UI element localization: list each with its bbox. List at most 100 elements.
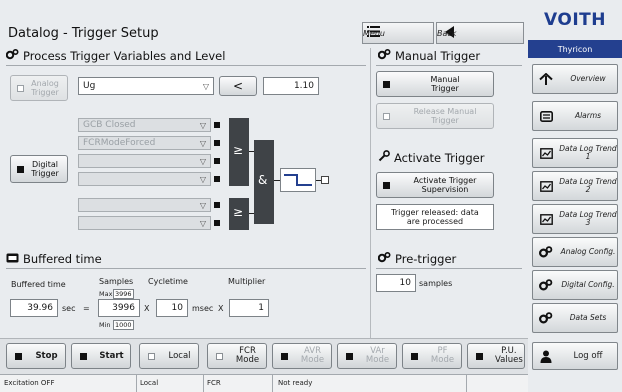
sidebar-item-analog-config[interactable]: Analog Config. (532, 237, 618, 267)
pu-values-button[interactable]: P.U. Values (467, 343, 525, 369)
avr-mode-label: AVR Mode (300, 346, 325, 365)
max-samples-value: 3996 (113, 289, 134, 299)
sidebar-item-digital-config[interactable]: Digital Config. (532, 270, 618, 300)
samples-input[interactable]: 3996 (98, 299, 140, 317)
pf-mode-button[interactable]: PF Mode (402, 343, 462, 369)
stop-label: Stop (35, 350, 58, 361)
divider (376, 65, 522, 66)
digital-trigger-button[interactable]: Digital Trigger (10, 155, 68, 183)
status-divider (272, 374, 273, 392)
dropdown-arrow-icon: ▽ (199, 120, 206, 130)
local-button[interactable]: Local (139, 343, 199, 369)
samples-label: Samples (99, 277, 134, 286)
fcr-mode-button[interactable]: FCR Mode (207, 343, 267, 369)
dropdown-arrow-icon: ▽ (199, 156, 206, 166)
edge-detector (280, 168, 316, 192)
menu-button[interactable]: Menu (362, 22, 434, 44)
threshold-input[interactable]: 1.10 (263, 77, 319, 95)
indicator-on (383, 181, 390, 189)
analog-signal-value: Ug (83, 81, 96, 91)
falling-edge-icon (284, 174, 312, 186)
and-input-4[interactable]: ▽ (78, 172, 211, 186)
sidebar-item-data-log-trend-2[interactable]: Data Log Trend 2 (532, 171, 618, 201)
and-input-1[interactable]: GCB Closed ▽ (78, 118, 211, 132)
gears-icon (533, 312, 559, 324)
indicator-on (411, 352, 418, 360)
status-mode: FCR (207, 379, 221, 387)
sidebar-item-data-sets[interactable]: Data Sets (532, 303, 618, 333)
wrench-icon (378, 150, 390, 165)
screen: Datalog - Trigger Setup Menu Back Proces… (0, 0, 622, 392)
var-mode-label: VAr Mode (365, 346, 390, 365)
home-icon (533, 73, 559, 85)
multiplier-input[interactable]: 1 (229, 299, 269, 317)
analog-trigger-button[interactable]: Analog Trigger (10, 75, 68, 101)
back-button[interactable]: Back (436, 22, 524, 44)
max-label: Max (99, 290, 113, 298)
manual-trigger-label: Manual Trigger (430, 75, 460, 93)
cycletime-input[interactable]: 10 (156, 299, 188, 317)
or-input-1[interactable]: ▽ (78, 198, 211, 212)
indicator-on (80, 352, 87, 360)
fcr-mode-label: FCR Mode (235, 346, 260, 365)
samples-number: 3996 (112, 303, 135, 313)
sidebar-item-label: Alarms (574, 111, 602, 120)
start-label: Start (99, 350, 124, 361)
multiply-sign: X (144, 304, 150, 313)
analog-signal-select[interactable]: Ug ▽ (78, 77, 214, 95)
or-gate-upper-symbol: ≥ (233, 143, 244, 157)
or-gate-lower-symbol: ≥ (233, 205, 244, 219)
sidebar-item-overview[interactable]: Overview (532, 64, 618, 94)
and-input-1-value: GCB Closed (83, 120, 136, 130)
multiplier-label: Multiplier (228, 277, 266, 286)
status-local: Local (140, 379, 159, 387)
input-indicator (214, 140, 220, 146)
log-off-button[interactable]: Log off (532, 342, 618, 370)
var-mode-button[interactable]: VAr Mode (337, 343, 397, 369)
release-manual-trigger-label: Release Manual Trigger (413, 107, 477, 125)
gears-icon (377, 251, 391, 266)
and-input-2[interactable]: FCRModeForced ▽ (78, 136, 211, 150)
activate-trigger-supervision-button[interactable]: Activate Trigger Supervision (376, 172, 494, 198)
status-divider (466, 374, 467, 392)
sidebar-item-label: Digital Config. (561, 280, 615, 289)
avr-mode-button[interactable]: AVR Mode (272, 343, 332, 369)
buffered-time-heading: Buffered time (6, 252, 102, 266)
input-indicator (214, 202, 220, 208)
status-ready: Not ready (278, 379, 313, 387)
sidebar-item-data-log-trend-3[interactable]: Data Log Trend 3 (532, 204, 618, 234)
sidebar-item-label: Analog Config. (560, 247, 616, 256)
sidebar: VOITH Thyricon Overview Alarms Data Log … (528, 0, 622, 392)
sidebar-item-label: Data Log Trend 3 (559, 210, 617, 227)
sidebar-item-data-log-trend-1[interactable]: Data Log Trend 1 (532, 138, 618, 168)
menu-label: Menu (363, 28, 385, 38)
manual-trigger-heading: Manual Trigger (377, 48, 481, 63)
divider (6, 65, 366, 66)
pre-trigger-heading: Pre-trigger (377, 251, 456, 266)
cycletime-label: Cycletime (148, 277, 188, 286)
analog-trigger-label: Analog Trigger (31, 79, 59, 97)
or-input-2[interactable]: ▽ (78, 216, 211, 230)
pre-trigger-input[interactable]: 10 (376, 274, 416, 292)
pre-trigger-unit: samples (419, 279, 453, 288)
and-input-3[interactable]: ▽ (78, 154, 211, 168)
gears-icon (533, 279, 559, 291)
indicator-on (346, 352, 353, 360)
divider (6, 268, 366, 269)
input-indicator (214, 220, 220, 226)
sidebar-item-label: Data Sets (569, 313, 607, 322)
indicator-off (216, 352, 223, 360)
activate-trigger-heading: Activate Trigger (378, 150, 484, 165)
brand-bar: Thyricon (528, 40, 622, 58)
activate-trigger-supervision-label: Activate Trigger Supervision (413, 176, 477, 194)
stop-button[interactable]: Stop (6, 343, 66, 369)
manual-trigger-title: Manual Trigger (395, 49, 481, 63)
start-button[interactable]: Start (71, 343, 131, 369)
gears-icon (377, 48, 391, 63)
comparator-button[interactable]: < (219, 76, 257, 96)
sidebar-item-alarms[interactable]: Alarms (532, 101, 618, 131)
release-manual-trigger-button[interactable]: Release Manual Trigger (376, 103, 494, 129)
and-gate-symbol: & (258, 173, 268, 187)
manual-trigger-button[interactable]: Manual Trigger (376, 71, 494, 97)
indicator-on (15, 352, 22, 360)
